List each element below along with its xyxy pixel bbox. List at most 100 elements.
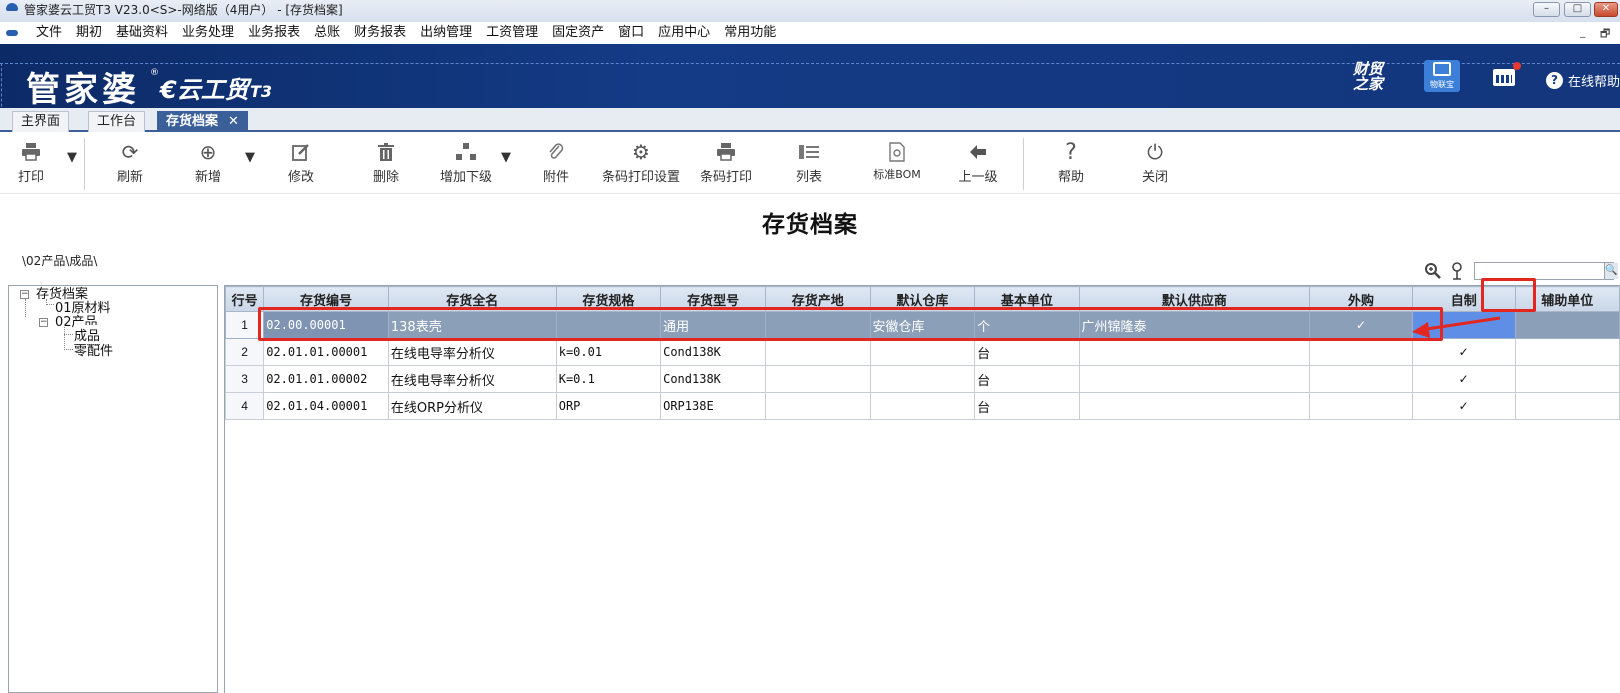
warehouse-cell[interactable]: 安徽仓库 bbox=[869, 311, 976, 339]
menu-item[interactable]: 基础资料 bbox=[109, 24, 175, 41]
up-level-button[interactable]: 上一级 bbox=[958, 138, 998, 185]
column-header-warehouse[interactable]: 默认仓库 bbox=[869, 286, 976, 312]
column-header-row-no[interactable]: 行号 bbox=[225, 286, 265, 312]
name-cell[interactable]: 138表壳 bbox=[387, 311, 557, 339]
add-dropdown-caret[interactable]: ▼ bbox=[245, 150, 255, 165]
tab-inventory-archive[interactable]: 存货档案 ✕ bbox=[157, 111, 248, 132]
locate-button[interactable] bbox=[1450, 262, 1464, 284]
collapse-icon[interactable]: − bbox=[39, 318, 48, 327]
barcode-print-settings-button[interactable]: ⚙ 条码打印设置 bbox=[602, 138, 680, 185]
wulianbao-button[interactable]: 物联宝 bbox=[1424, 60, 1460, 92]
selfmade-cell[interactable] bbox=[1411, 311, 1516, 339]
caimao-zhijia-link[interactable]: 财贸之家 bbox=[1350, 62, 1386, 92]
origin-cell[interactable] bbox=[765, 338, 871, 366]
purchased-cell[interactable] bbox=[1309, 338, 1413, 366]
column-header-aux-unit[interactable]: 辅助单位 bbox=[1514, 286, 1620, 312]
edit-button[interactable]: 修改 bbox=[286, 138, 316, 185]
spec-cell[interactable]: ORP bbox=[555, 392, 662, 420]
menu-item[interactable]: 业务报表 bbox=[241, 24, 307, 41]
column-header-name[interactable]: 存货全名 bbox=[387, 286, 557, 312]
menu-item[interactable]: 出纳管理 bbox=[413, 24, 479, 41]
table-row[interactable]: 2 02.01.01.00001 在线电导率分析仪 k=0.01 Cond138… bbox=[225, 338, 1620, 366]
code-cell[interactable]: 02.01.04.00001 bbox=[263, 392, 389, 420]
menu-item[interactable]: 财务报表 bbox=[347, 24, 413, 41]
online-help-button[interactable]: ? 在线帮助 bbox=[1546, 71, 1620, 90]
menu-item[interactable]: 总账 bbox=[307, 24, 347, 41]
maximize-button[interactable]: □ bbox=[1564, 2, 1591, 17]
selfmade-cell[interactable]: ✓ bbox=[1411, 365, 1516, 393]
aux-unit-cell[interactable] bbox=[1514, 311, 1620, 339]
search-input[interactable] bbox=[1474, 262, 1614, 280]
unit-cell[interactable]: 台 bbox=[974, 392, 1080, 420]
menu-item[interactable]: 工资管理 bbox=[479, 24, 545, 41]
spec-cell[interactable] bbox=[555, 311, 662, 339]
warehouse-cell[interactable] bbox=[869, 392, 976, 420]
origin-cell[interactable] bbox=[765, 311, 871, 339]
menu-item[interactable]: 文件 bbox=[29, 24, 69, 41]
model-cell[interactable]: Cond138K bbox=[660, 365, 767, 393]
model-cell[interactable]: 通用 bbox=[660, 311, 767, 339]
table-row[interactable]: 4 02.01.04.00001 在线ORP分析仪 ORP ORP138E 台 … bbox=[225, 392, 1620, 420]
warehouse-cell[interactable] bbox=[869, 338, 976, 366]
aux-unit-cell[interactable] bbox=[1514, 338, 1620, 366]
menu-app-icon[interactable] bbox=[6, 30, 18, 36]
name-cell[interactable]: 在线ORP分析仪 bbox=[387, 392, 557, 420]
minimize-button[interactable]: – bbox=[1533, 2, 1560, 17]
tree-node-parts[interactable]: 零配件 bbox=[74, 340, 113, 359]
code-cell[interactable]: 02.00.00001 bbox=[263, 311, 389, 339]
supplier-cell[interactable] bbox=[1078, 365, 1311, 393]
aux-unit-cell[interactable] bbox=[1514, 392, 1620, 420]
column-header-spec[interactable]: 存货规格 bbox=[555, 286, 662, 312]
tab-close-icon[interactable]: ✕ bbox=[228, 114, 239, 129]
model-cell[interactable]: Cond138K bbox=[660, 338, 767, 366]
table-row[interactable]: 3 02.01.01.00002 在线电导率分析仪 K=0.1 Cond138K… bbox=[225, 365, 1620, 393]
add-sublevel-dropdown-caret[interactable]: ▼ bbox=[501, 150, 511, 165]
close-button[interactable]: ⏻ 关闭 bbox=[1140, 138, 1170, 185]
selfmade-cell[interactable]: ✓ bbox=[1411, 392, 1516, 420]
column-header-supplier[interactable]: 默认供应商 bbox=[1078, 286, 1311, 312]
menu-item[interactable]: 固定资产 bbox=[545, 24, 611, 41]
aux-unit-cell[interactable] bbox=[1514, 365, 1620, 393]
tab-main[interactable]: 主界面 bbox=[12, 111, 70, 132]
add-button[interactable]: ⊕ 新增 bbox=[193, 138, 223, 185]
column-header-purchased[interactable]: 外购 bbox=[1309, 286, 1413, 312]
unit-cell[interactable]: 台 bbox=[974, 338, 1080, 366]
code-cell[interactable]: 02.01.01.00002 bbox=[263, 365, 389, 393]
menu-item[interactable]: 业务处理 bbox=[175, 24, 241, 41]
name-cell[interactable]: 在线电导率分析仪 bbox=[387, 365, 557, 393]
tab-workbench[interactable]: 工作台 bbox=[88, 111, 146, 132]
search-icon[interactable]: 🔍 bbox=[1604, 263, 1618, 279]
mdi-restore-button[interactable]: 🗗 bbox=[1600, 25, 1610, 44]
purchased-cell[interactable] bbox=[1309, 392, 1413, 420]
menu-item[interactable]: 窗口 bbox=[611, 24, 651, 41]
purchased-cell[interactable]: ✓ bbox=[1309, 311, 1413, 339]
warehouse-cell[interactable] bbox=[869, 365, 976, 393]
table-row[interactable]: 1 02.00.00001 138表壳 通用 安徽仓库 个 广州锦隆泰 ✓ bbox=[225, 311, 1620, 339]
selfmade-cell[interactable]: ✓ bbox=[1411, 338, 1516, 366]
code-cell[interactable]: 02.01.01.00001 bbox=[263, 338, 389, 366]
help-button[interactable]: ? 帮助 bbox=[1056, 138, 1086, 186]
refresh-button[interactable]: ⟳ 刷新 bbox=[115, 138, 145, 185]
close-window-button[interactable]: ✕ bbox=[1594, 2, 1618, 17]
add-sublevel-button[interactable]: 增加下级 bbox=[438, 138, 494, 185]
menu-item[interactable]: 常用功能 bbox=[717, 24, 783, 41]
print-button[interactable]: 打印 bbox=[16, 138, 46, 185]
origin-cell[interactable] bbox=[765, 392, 871, 420]
spec-cell[interactable]: K=0.1 bbox=[555, 365, 662, 393]
standard-bom-button[interactable]: 标准BOM bbox=[872, 138, 922, 182]
origin-cell[interactable] bbox=[765, 365, 871, 393]
collapse-icon[interactable]: − bbox=[20, 290, 29, 299]
print-dropdown-caret[interactable]: ▼ bbox=[67, 150, 77, 165]
name-cell[interactable]: 在线电导率分析仪 bbox=[387, 338, 557, 366]
delete-button[interactable]: 删除 bbox=[371, 138, 401, 185]
spec-cell[interactable]: k=0.01 bbox=[555, 338, 662, 366]
supplier-cell[interactable]: 广州锦隆泰 bbox=[1078, 311, 1311, 339]
supplier-cell[interactable] bbox=[1078, 392, 1311, 420]
list-button[interactable]: 列表 bbox=[794, 138, 824, 185]
column-header-model[interactable]: 存货型号 bbox=[660, 286, 767, 312]
column-header-unit[interactable]: 基本单位 bbox=[974, 286, 1080, 312]
supplier-cell[interactable] bbox=[1078, 338, 1311, 366]
mdi-minimize-button[interactable]: _ bbox=[1580, 25, 1586, 38]
unit-cell[interactable]: 台 bbox=[974, 365, 1080, 393]
column-header-code[interactable]: 存货编号 bbox=[263, 286, 389, 312]
